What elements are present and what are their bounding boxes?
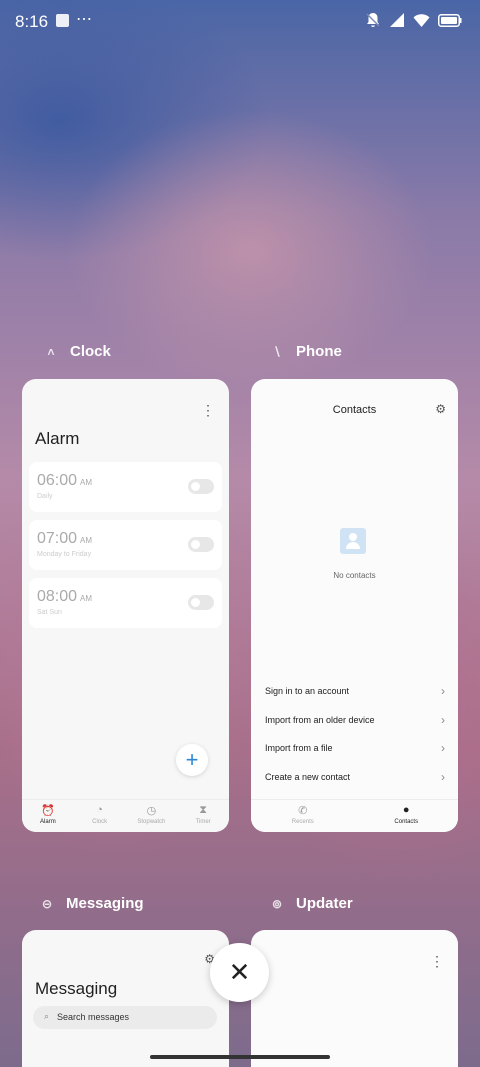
clear-all-button[interactable]: ✕ <box>210 943 269 1002</box>
more-notifications-icon: ⋯ <box>76 11 93 28</box>
create-contact-row[interactable]: Create a new contact › <box>265 770 445 792</box>
phone-icon: ✆ <box>298 805 308 817</box>
alarm-toggle[interactable] <box>188 595 214 610</box>
alarm-toggle[interactable] <box>188 479 214 494</box>
clock-app-icon: ˄ <box>47 344 55 359</box>
alarm-time: 06:00 <box>37 472 78 489</box>
row-label: Sign in to an account <box>265 686 350 696</box>
clock-icon: ◔ <box>96 804 103 816</box>
alarm-icon: ⏰ <box>41 805 55 817</box>
import-file-row[interactable]: Import from a file › <box>265 741 445 763</box>
add-alarm-button[interactable]: + <box>176 744 208 776</box>
phone-app-label[interactable]: ∖ Phone <box>270 343 342 360</box>
stopwatch-icon: ◷ <box>146 805 157 817</box>
sign-in-row[interactable]: Sign in to an account › <box>265 684 445 706</box>
search-placeholder: Search messages <box>57 1012 130 1022</box>
messaging-app-icon: ⊝ <box>41 896 53 911</box>
row-label: Create a new contact <box>265 772 351 782</box>
alarm-item[interactable]: 07:00 AM Monday to Friday <box>29 520 222 570</box>
updater-app-card[interactable]: ⋮ <box>251 930 458 1067</box>
tab-alarm[interactable]: ⏰ Alarm <box>22 800 74 832</box>
tab-label: Recents <box>291 819 314 825</box>
more-options-icon[interactable]: ⋮ <box>430 954 444 968</box>
tab-recents[interactable]: ✆ Recents <box>251 800 355 832</box>
alarm-item[interactable]: 08:00 AM Sat Sun <box>29 578 222 628</box>
alarm-ampm: AM <box>80 536 93 545</box>
alarm-repeat: Daily <box>37 493 53 500</box>
tab-timer[interactable]: ⧗ Timer <box>177 800 229 832</box>
phone-app-card[interactable]: Contacts ⚙ No contacts Sign in to an acc… <box>251 379 458 832</box>
tab-label: Clock <box>92 819 108 825</box>
tab-label: Timer <box>195 819 211 825</box>
status-time: 8:16 <box>15 12 49 31</box>
chevron-right-icon: › <box>441 684 445 698</box>
messaging-app-label[interactable]: ⊝ Messaging <box>40 895 144 912</box>
alarm-repeat: Monday to Friday <box>37 551 92 558</box>
alarm-ampm: AM <box>80 594 93 603</box>
clock-app-label[interactable]: ˄ Clock <box>44 343 111 360</box>
home-indicator[interactable] <box>150 1055 330 1059</box>
contact-placeholder-icon <box>340 528 366 554</box>
hourglass-icon: ⧗ <box>199 804 207 816</box>
chevron-right-icon: › <box>441 770 445 784</box>
signal-icon <box>390 13 404 27</box>
search-messages-input[interactable]: ⌕ Search messages <box>33 1006 217 1029</box>
person-icon: ● <box>402 804 410 816</box>
tab-contacts[interactable]: ● Contacts <box>355 800 459 832</box>
battery-icon <box>438 13 462 27</box>
chevron-right-icon: › <box>441 741 445 755</box>
wifi-icon <box>413 13 430 27</box>
import-older-device-row[interactable]: Import from an older device › <box>265 713 445 735</box>
alarm-title: Alarm <box>35 429 80 448</box>
phone-tab-bar: ✆ Recents ● Contacts <box>251 799 458 832</box>
contacts-title: Contacts <box>332 404 377 416</box>
status-bar: 8:16 ⋯ <box>0 0 480 44</box>
messaging-title: Messaging <box>35 979 118 998</box>
alarm-ampm: AM <box>80 478 93 487</box>
clock-app-card[interactable]: ⋮ Alarm 06:00 AM Daily 07:00 AM Monday to … <box>22 379 229 832</box>
search-icon: ⌕ <box>44 1011 50 1021</box>
tab-label: Contacts <box>394 819 419 825</box>
tab-label: Stopwatch <box>137 819 166 825</box>
updater-app-label[interactable]: ⊚ Updater <box>270 895 353 912</box>
notification-icon <box>56 14 69 27</box>
alarm-repeat: Sat Sun <box>37 609 62 616</box>
tab-label: Alarm <box>40 819 56 825</box>
alarm-time: 07:00 <box>37 530 78 547</box>
alarm-toggle[interactable] <box>188 537 214 552</box>
updater-app-name: Updater <box>296 895 353 912</box>
tab-clock[interactable]: ◔ Clock <box>74 800 126 832</box>
messaging-app-name: Messaging <box>66 895 144 912</box>
messaging-app-card[interactable]: ⚙ Messaging ⌕ Search messages <box>22 930 229 1067</box>
alarm-item[interactable]: 06:00 AM Daily <box>29 462 222 512</box>
phone-app-name: Phone <box>296 343 342 360</box>
gear-icon[interactable]: ⚙ <box>435 402 446 416</box>
alarm-time: 08:00 <box>37 588 78 605</box>
updater-app-icon: ⊚ <box>271 896 283 911</box>
more-options-icon[interactable]: ⋮ <box>201 403 215 417</box>
clock-tab-bar: ⏰ Alarm ◔ Clock ◷ Stopwatch ⧗ Timer <box>22 799 229 832</box>
no-contacts-text: No contacts <box>333 571 376 580</box>
silent-bell-icon <box>366 13 380 27</box>
clock-app-name: Clock <box>70 343 111 360</box>
phone-app-icon: ∖ <box>273 344 281 359</box>
row-label: Import from an older device <box>265 715 375 725</box>
row-label: Import from a file <box>265 743 333 753</box>
tab-stopwatch[interactable]: ◷ Stopwatch <box>126 800 178 832</box>
chevron-right-icon: › <box>441 713 445 727</box>
